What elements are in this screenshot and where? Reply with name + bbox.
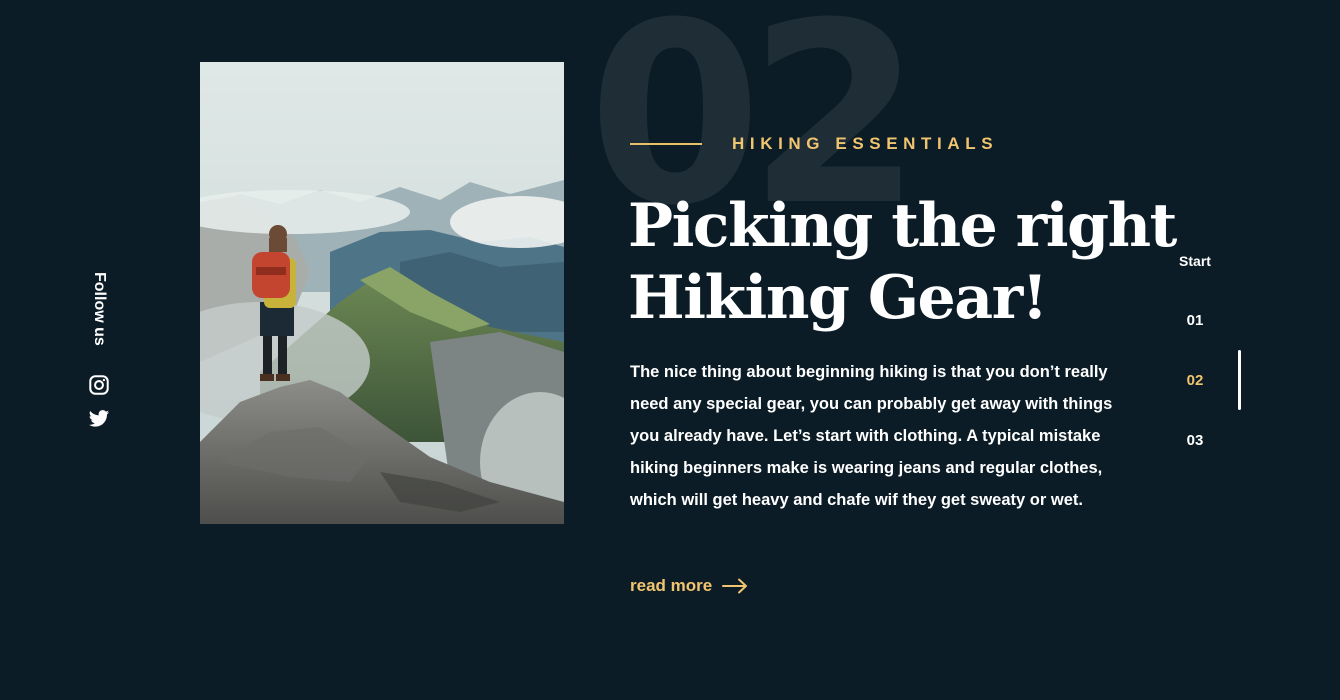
pager-item-03[interactable]: 03 bbox=[1160, 431, 1230, 451]
follow-us-label: Follow us bbox=[91, 272, 108, 346]
read-more-label: read more bbox=[630, 576, 713, 595]
page-title-line-2: Hiking Gear! bbox=[628, 263, 1048, 333]
pager-active-indicator bbox=[1238, 350, 1241, 410]
pager-item-01[interactable]: 01 bbox=[1160, 311, 1230, 331]
instagram-link[interactable] bbox=[88, 374, 110, 396]
section-eyebrow: HIKING ESSENTIALS bbox=[732, 134, 999, 153]
article-excerpt: The nice thing about beginning hiking is… bbox=[630, 363, 1113, 509]
hiker-photo bbox=[200, 62, 564, 524]
twitter-icon bbox=[88, 410, 110, 427]
follow-us: Follow us bbox=[84, 272, 114, 352]
instagram-icon bbox=[89, 375, 109, 395]
arrow-right-icon bbox=[722, 578, 748, 594]
pager-start[interactable]: Start bbox=[1160, 251, 1230, 271]
page-title-line-1: Picking the right bbox=[628, 191, 1177, 261]
twitter-link[interactable] bbox=[88, 408, 110, 430]
page-title: Picking the right Hiking Gear! bbox=[628, 190, 1177, 334]
read-more-link[interactable]: read more bbox=[630, 574, 748, 598]
pager-item-02[interactable]: 02 bbox=[1160, 371, 1230, 391]
eyebrow-divider bbox=[630, 143, 702, 145]
